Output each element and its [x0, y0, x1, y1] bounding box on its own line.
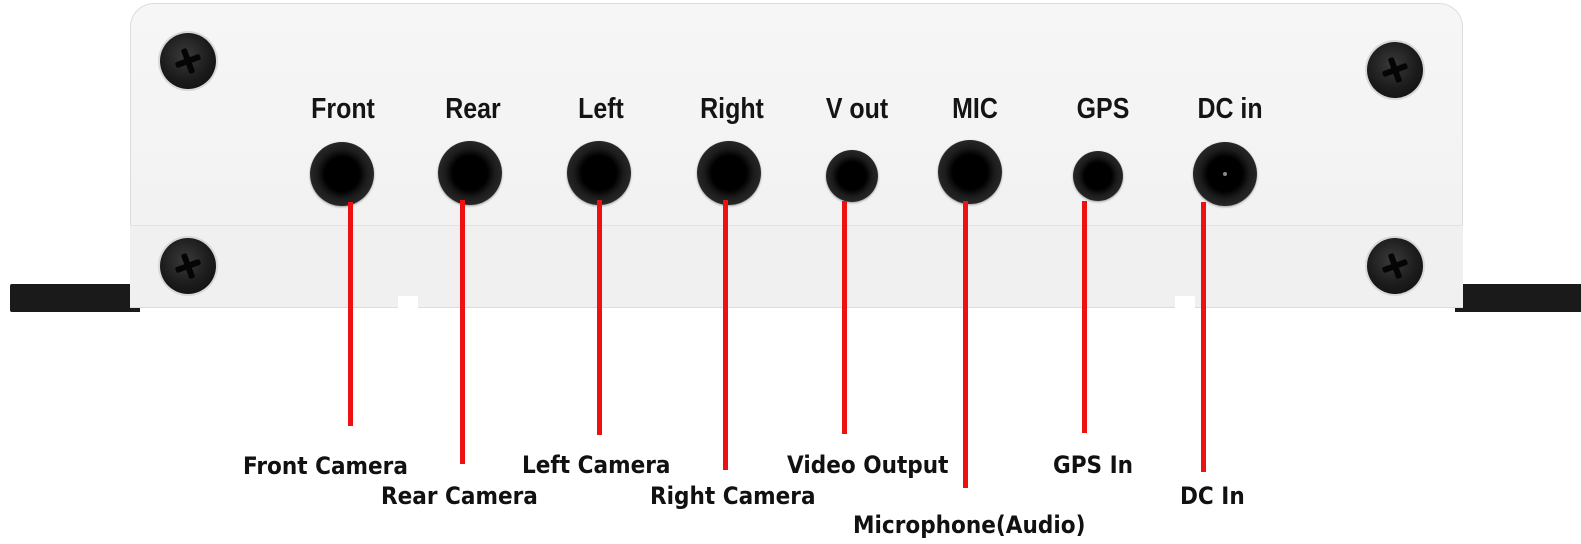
- panel-label-vout: V out: [825, 93, 889, 125]
- rear-camera-jack: [438, 141, 502, 205]
- callout-video-output: Video Output: [787, 451, 949, 479]
- callout-dc-in: DC In: [1180, 482, 1245, 510]
- screw-icon: [160, 238, 216, 294]
- gps-jack: [1073, 151, 1123, 201]
- video-output-leader-line: [842, 201, 847, 434]
- callout-rear-camera: Rear Camera: [381, 482, 538, 510]
- front-camera-leader-line: [348, 202, 353, 426]
- right-mounting-rail: [1455, 284, 1581, 312]
- right-camera-leader-line: [723, 200, 728, 470]
- rear-camera-leader-line: [460, 200, 465, 464]
- device-diagram: Front Rear Left Right V out MIC GPS DC i…: [0, 0, 1581, 544]
- panel-label-right: Right: [700, 93, 764, 125]
- panel-lower-edge: [130, 225, 1463, 307]
- callout-gps-in: GPS In: [1053, 451, 1134, 479]
- left-mounting-rail: [10, 284, 140, 312]
- screw-icon: [1367, 42, 1423, 98]
- screw-icon: [1367, 238, 1423, 294]
- callout-right-camera: Right Camera: [650, 482, 816, 510]
- panel-label-rear: Rear: [445, 93, 501, 125]
- left-camera-jack: [567, 141, 631, 205]
- right-camera-jack: [697, 141, 761, 205]
- panel-label-gps: GPS: [1076, 93, 1130, 125]
- microphone-leader-line: [963, 201, 968, 488]
- callout-microphone: Microphone(Audio): [853, 511, 1086, 539]
- panel-label-mic: MIC: [952, 93, 998, 125]
- panel-notch-left: [398, 296, 418, 308]
- panel-label-dcin: DC in: [1197, 93, 1263, 125]
- panel-notch-right: [1175, 296, 1195, 308]
- gps-leader-line: [1082, 201, 1087, 433]
- left-camera-leader-line: [597, 200, 602, 435]
- callout-front-camera: Front Camera: [243, 452, 408, 480]
- dc-in-leader-line: [1201, 202, 1206, 472]
- microphone-jack: [938, 140, 1002, 204]
- dc-power-jack: [1193, 142, 1257, 206]
- panel-label-front: Front: [311, 93, 375, 125]
- video-output-jack: [826, 150, 878, 202]
- callout-left-camera: Left Camera: [522, 451, 671, 479]
- front-camera-jack: [310, 142, 374, 206]
- screw-icon: [160, 33, 216, 89]
- panel-label-left: Left: [578, 93, 624, 125]
